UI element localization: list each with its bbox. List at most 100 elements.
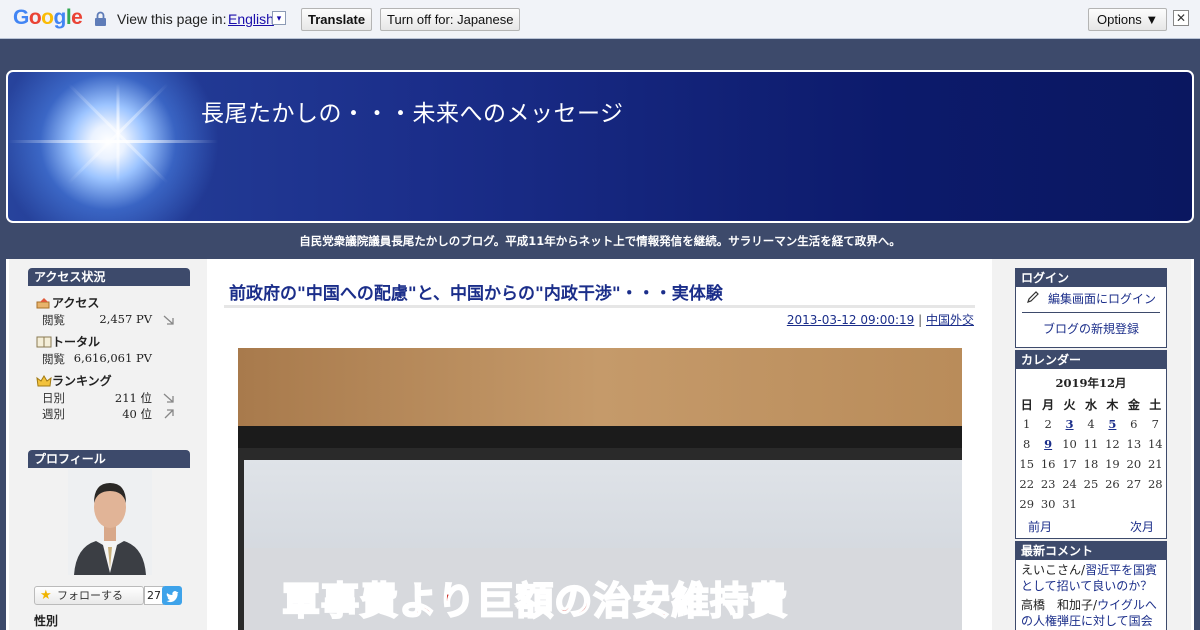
comments-heading: 最新コメント (1016, 542, 1166, 560)
calendar-day: 26 (1105, 477, 1120, 491)
access-heading: アクセス状況 (28, 268, 190, 286)
profile-photo[interactable] (68, 469, 152, 575)
calendar-day (1102, 494, 1123, 514)
calendar-day: 24 (1062, 477, 1077, 491)
ranking-label: ランキング (52, 374, 112, 388)
calendar-day: 27 (1126, 477, 1142, 491)
access-stats: アクセス 閲覧 2,457 PV トータル 閲覧 6,616,061 PV ラン… (28, 286, 190, 430)
language-select[interactable]: English (228, 11, 274, 27)
calendar-day: 6 (1130, 417, 1138, 431)
access-sub-label: 閲覧 (42, 313, 65, 327)
calendar-day: 18 (1083, 457, 1099, 471)
comments-box: 最新コメント えいこさん/習近平を国賓として招いて良いのか？ 高橋 和加子/ウイ… (1015, 541, 1167, 630)
calendar-day-link[interactable]: 9 (1037, 434, 1058, 454)
twitter-icon[interactable] (162, 586, 182, 605)
daily-label: 日別 (42, 391, 65, 405)
entry-category-link[interactable]: 中国外交 (926, 313, 974, 327)
profile-heading: プロフィール (28, 450, 190, 468)
access-label: アクセス (52, 296, 100, 310)
comment-item: 高橋 和加子/ウイグルへの人権弾圧に対して国会 (1021, 597, 1161, 629)
calendar-day: 17 (1062, 457, 1077, 471)
calendar-day: 13 (1126, 437, 1142, 451)
book-icon (36, 336, 52, 348)
entry-title[interactable]: 前政府の"中国への配慮"と、中国からの"内政干渉"・・・実体験 (229, 279, 723, 304)
weekday-header: 火 (1063, 397, 1076, 412)
calendar-day: 4 (1087, 417, 1095, 431)
weekday-header: 木 (1106, 397, 1119, 412)
trend-up-icon (164, 409, 174, 419)
comment-author: えいこさん (1021, 563, 1082, 577)
calendar-day: 7 (1151, 417, 1159, 431)
pencil-icon (1027, 291, 1039, 303)
calendar-day-link[interactable]: 5 (1102, 414, 1123, 434)
edit-login-link[interactable]: 編集画面にログイン (1048, 290, 1156, 307)
calendar-day: 28 (1147, 477, 1163, 491)
profile-box: ★ フォローする 27 性別 男性 (28, 468, 190, 630)
trend-down-icon (163, 393, 174, 403)
options-button[interactable]: Options ▼ (1088, 8, 1168, 31)
calendar-day: 31 (1062, 497, 1077, 511)
entry-meta: 2013-03-12 09:00:19 | 中国外交 (787, 311, 974, 328)
total-sub-label: 閲覧 (42, 352, 65, 366)
calendar-table: 日月火水木金土 1 2 3 4 5 6 7 8 9 10 11 12 13 14 15 16 17 18 19 20 2… (1016, 394, 1166, 514)
chevron-down-icon[interactable]: ▾ (272, 11, 286, 25)
calendar-day: 14 (1147, 437, 1163, 451)
calendar-heading: カレンダー (1016, 351, 1166, 369)
total-value: 6,616,061 PV (73, 351, 152, 365)
weekly-label: 週別 (42, 407, 65, 421)
access-icon (36, 298, 50, 309)
calendar-day: 12 (1105, 437, 1120, 451)
entry-image[interactable]: 軍事費より巨額の治安維持費 (238, 348, 962, 630)
weekday-header: 水 (1084, 397, 1097, 412)
calendar-day: 25 (1083, 477, 1099, 491)
blog-title[interactable]: 長尾たかしの・・・未来へのメッセージ (201, 94, 624, 128)
calendar-day: 30 (1040, 497, 1056, 511)
login-box: ログイン 編集画面にログイン ブログの新規登録 (1015, 268, 1167, 348)
comment-author: 高橋 和加子 (1021, 598, 1094, 612)
access-value: 2,457 PV (99, 312, 152, 326)
star-icon: ★ (40, 588, 52, 603)
calendar-day: 20 (1126, 457, 1142, 471)
follow-count: 27 (144, 586, 164, 605)
left-sidebar: アクセス状況 アクセス 閲覧 2,457 PV トータル 閲覧 6,616,06… (28, 268, 190, 630)
follow-button[interactable]: ★ フォローする (34, 586, 144, 605)
translate-button[interactable]: Translate (301, 8, 373, 31)
gender-label: 性別 (34, 614, 59, 628)
prev-month-link[interactable]: 前月 (1028, 518, 1052, 535)
blog-description: 自民党衆議院議員長尾たかしのブログ。平成11年からネット上で情報発信を継続。サラ… (299, 234, 901, 248)
calendar-day: 2 (1044, 417, 1052, 431)
calendar-day: 1 (1023, 417, 1031, 431)
view-page-label: View this page in: (117, 11, 227, 27)
weekday-header: 土 (1149, 397, 1162, 412)
right-sidebar: ログイン 編集画面にログイン ブログの新規登録 カレンダー 2019年12月 日… (1015, 268, 1167, 630)
crown-icon (36, 375, 52, 387)
calendar-day: 16 (1040, 457, 1056, 471)
daily-rank: 211 位 (114, 391, 152, 405)
next-month-link[interactable]: 次月 (1130, 518, 1154, 535)
image-caption: 軍事費より巨額の治安維持費 (281, 578, 789, 624)
calendar-day (1123, 494, 1144, 514)
calendar-box: カレンダー 2019年12月 日月火水木金土 1 2 3 4 5 6 7 8 9 10 11 12 13… (1015, 350, 1167, 539)
main-content: 前政府の"中国への配慮"と、中国からの"内政干渉"・・・実体験 2013-03-… (207, 259, 992, 630)
calendar-day-link[interactable]: 3 (1059, 414, 1080, 434)
calendar-day: 8 (1023, 437, 1031, 451)
turn-off-button[interactable]: Turn off for: Japanese (380, 8, 521, 31)
comment-item: えいこさん/習近平を国賓として招いて良いのか？ (1021, 562, 1161, 594)
calendar-day: 11 (1083, 437, 1099, 451)
total-label: トータル (52, 335, 101, 349)
calendar-day: 22 (1019, 477, 1035, 491)
weekday-header: 月 (1042, 397, 1055, 412)
calendar-day: 29 (1019, 497, 1035, 511)
new-register-link[interactable]: ブログの新規登録 (1043, 320, 1139, 337)
entry-date-link[interactable]: 2013-03-12 09:00:19 (787, 313, 914, 327)
blog-header: 長尾たかしの・・・未来へのメッセージ (6, 70, 1194, 223)
login-heading: ログイン (1016, 269, 1166, 287)
lock-icon (95, 11, 106, 26)
weekday-header: 金 (1127, 397, 1140, 412)
meta-separator: | (918, 313, 923, 327)
close-icon[interactable]: ✕ (1173, 10, 1189, 26)
calendar-day: 21 (1147, 457, 1163, 471)
google-logo: Google (13, 6, 83, 29)
weekly-rank: 40 位 (122, 407, 152, 421)
translate-bar: Google View this page in: English ▾ Tran… (0, 0, 1200, 39)
